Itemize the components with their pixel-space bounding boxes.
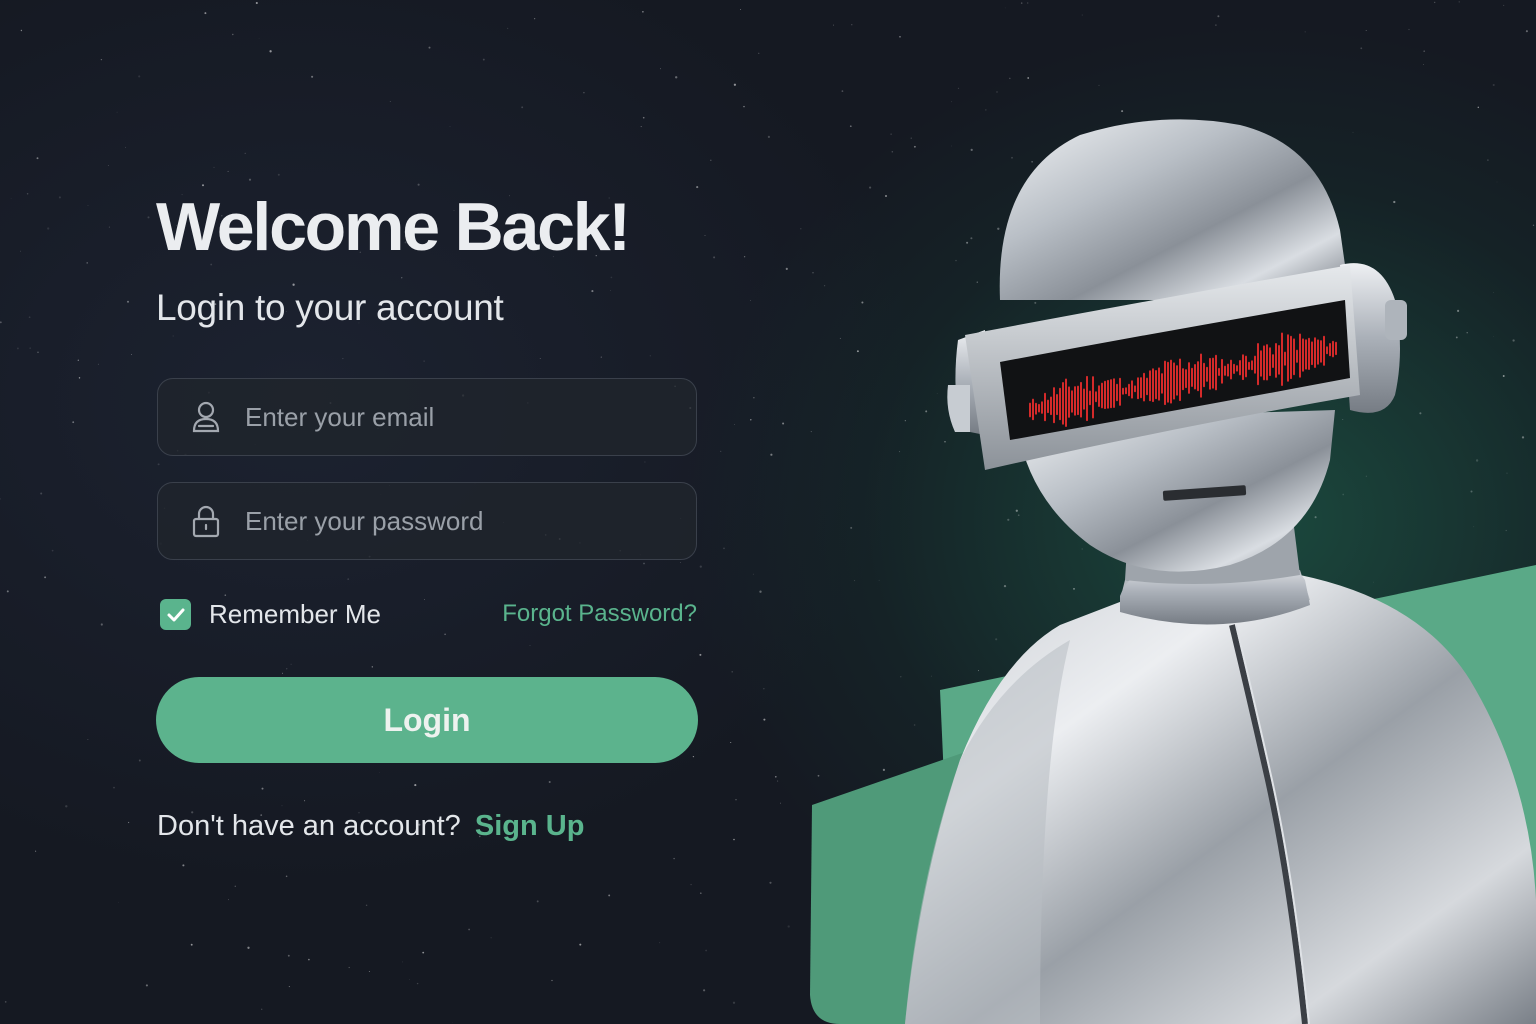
robot-helmet [999, 119, 1350, 300]
signup-prompt: Don't have an account? [157, 810, 461, 842]
signup-link[interactable]: Sign Up [475, 810, 585, 842]
login-button[interactable]: Login [156, 677, 698, 763]
robot-illustration [810, 119, 1536, 1024]
user-icon [189, 400, 223, 434]
remember-me-checkbox[interactable] [160, 599, 191, 630]
page-subtitle: Login to your account [156, 287, 504, 328]
email-field[interactable] [157, 378, 697, 456]
page-title: Welcome Back! [156, 189, 631, 265]
login-panel: Welcome Back! Login to your account Ente… [156, 0, 701, 1024]
remember-me-label[interactable]: Remember Me [209, 599, 381, 630]
email-input[interactable] [245, 379, 696, 455]
password-input[interactable] [245, 483, 696, 559]
login-options-row: Remember Me Forgot Password? [159, 596, 697, 632]
password-field[interactable] [157, 482, 697, 560]
signup-row: Don't have an account? Sign Up [157, 810, 584, 843]
forgot-password-link[interactable]: Forgot Password? [502, 600, 697, 628]
checkmark-icon [167, 608, 184, 621]
lock-icon [189, 504, 223, 538]
login-page: Welcome Back! Login to your account Ente… [0, 0, 1536, 1024]
